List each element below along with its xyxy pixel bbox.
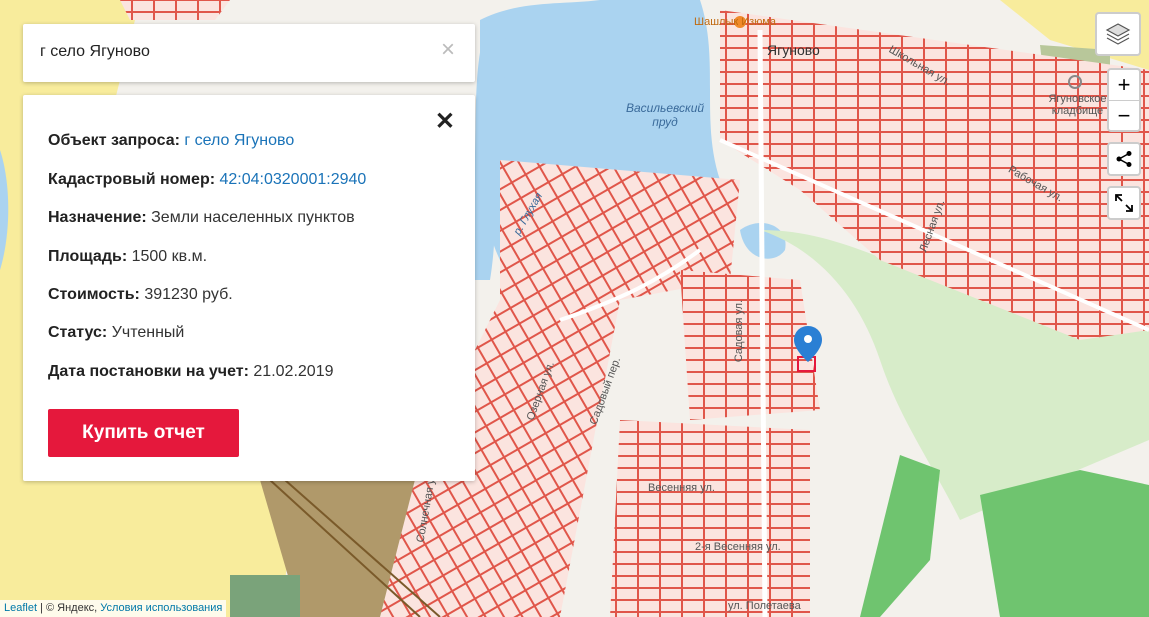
- zoom-out-button[interactable]: −: [1109, 101, 1139, 131]
- street-poletaeva-label: ул. Полетаева: [728, 600, 801, 612]
- street-vesennyaya-label: Весенняя ул.: [648, 482, 715, 494]
- cemetery-label: Ягуновское кладбище: [1048, 93, 1107, 117]
- parcel-info-card: ✕ Объект запроса: г село Ягуново Кадастр…: [23, 95, 475, 481]
- purpose-label: Назначение:: [48, 209, 147, 226]
- search-query[interactable]: г село Ягуново: [40, 43, 150, 61]
- terms-link[interactable]: Условия использования: [100, 602, 222, 614]
- object-link[interactable]: г село Ягуново: [184, 132, 294, 149]
- layers-icon: [1105, 23, 1131, 45]
- cafe-label: Шашлык Изюма: [694, 16, 776, 28]
- map-attribution: Leaflet | © Яндекс, Условия использовани…: [0, 600, 227, 617]
- cadastral-row: Кадастровый номер: 42:04:0320001:2940: [48, 171, 366, 189]
- leaflet-link[interactable]: Leaflet: [4, 602, 37, 614]
- cost-value: 391230 руб.: [144, 286, 233, 303]
- clear-search-icon[interactable]: ×: [441, 38, 455, 62]
- purpose-row: Назначение: Земли населенных пунктов: [48, 209, 355, 227]
- object-row: Объект запроса: г село Ягуново: [48, 132, 294, 150]
- cadastral-number-link[interactable]: 42:04:0320001:2940: [220, 171, 367, 188]
- buy-report-button[interactable]: Купить отчет: [48, 409, 239, 457]
- fullscreen-icon: [1115, 194, 1133, 212]
- street-sadovaya-label: Садовая ул.: [733, 299, 746, 363]
- layers-button[interactable]: [1095, 12, 1141, 56]
- registration-date-value: 21.02.2019: [253, 363, 334, 380]
- status-value: Учтенный: [111, 324, 185, 341]
- village-label: Ягуново: [767, 42, 820, 58]
- area-label: Площадь:: [48, 248, 128, 265]
- status-row: Статус: Учтенный: [48, 324, 184, 342]
- search-box[interactable]: г село Ягуново ×: [23, 24, 475, 82]
- registration-date-label: Дата постановки на учет:: [48, 363, 249, 380]
- cost-label: Стоимость:: [48, 286, 140, 303]
- object-label: Объект запроса:: [48, 132, 180, 149]
- cost-row: Стоимость: 391230 руб.: [48, 286, 233, 304]
- registration-date-row: Дата постановки на учет: 21.02.2019: [48, 363, 333, 381]
- zoom-control: + −: [1107, 68, 1141, 132]
- share-icon: [1116, 151, 1132, 167]
- fullscreen-button[interactable]: [1107, 186, 1141, 220]
- pond-label: Васильевский пруд: [625, 101, 705, 129]
- area-value: 1500 кв.м.: [131, 248, 208, 265]
- share-button[interactable]: [1107, 142, 1141, 176]
- status-label: Статус:: [48, 324, 108, 341]
- street-vesennyaya2-label: 2-я Весенняя ул.: [695, 541, 781, 553]
- area-row: Площадь: 1500 кв.м.: [48, 248, 207, 266]
- purpose-value: Земли населенных пунктов: [151, 209, 355, 226]
- attribution-text: | © Яндекс,: [37, 602, 101, 614]
- close-icon[interactable]: ✕: [435, 107, 455, 136]
- zoom-in-button[interactable]: +: [1109, 70, 1139, 101]
- cadastral-label: Кадастровый номер:: [48, 171, 216, 188]
